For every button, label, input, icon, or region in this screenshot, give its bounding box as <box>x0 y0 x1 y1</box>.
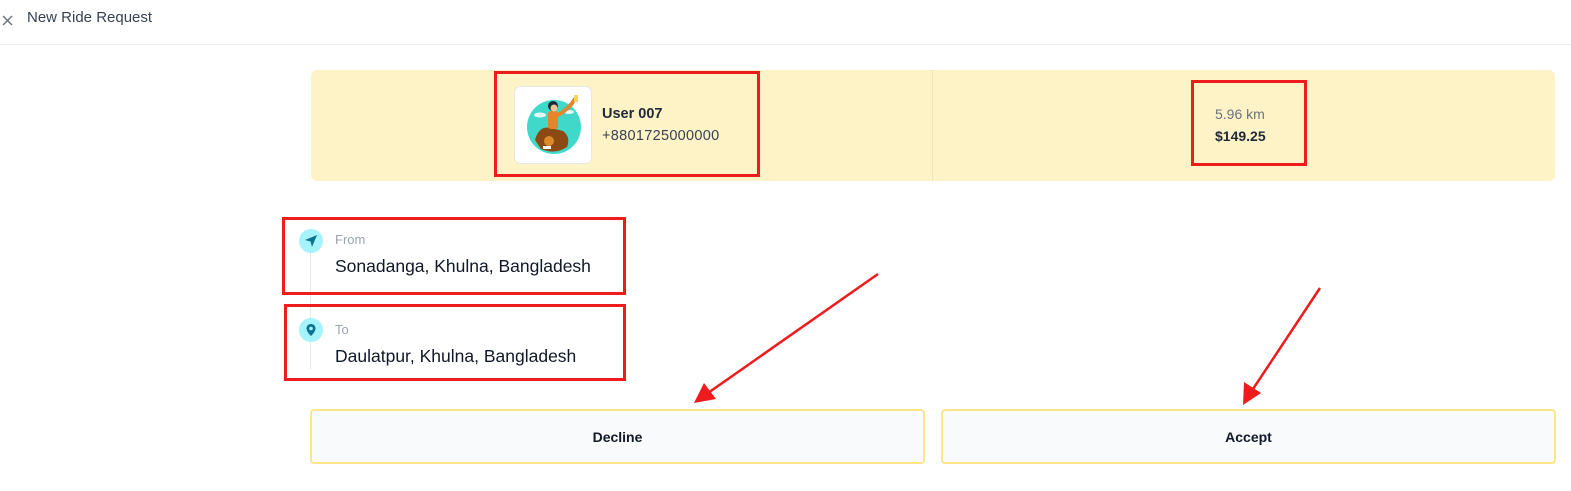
card-divider <box>932 70 933 181</box>
rider-phone: +8801725000000 <box>602 128 720 144</box>
from-address: Sonadanga, Khulna, Bangladesh <box>335 256 591 276</box>
navigation-arrow-icon <box>299 229 323 253</box>
avatar-illustration <box>527 95 581 154</box>
modal-header: New Ride Request <box>0 0 1571 45</box>
route-connector-line <box>310 253 311 369</box>
accept-arrow-icon <box>1243 287 1322 405</box>
to-address: Daulatpur, Khulna, Bangladesh <box>335 346 577 366</box>
page-title: New Ride Request <box>27 9 153 26</box>
from-label: From <box>335 232 366 247</box>
avatar <box>514 86 592 164</box>
decline-arrow-icon <box>694 272 879 403</box>
rider-name: User 007 <box>602 106 663 122</box>
close-icon[interactable] <box>0 12 16 28</box>
ride-info-card: User 007 +8801725000000 5.96 km $149.25 <box>311 70 1555 181</box>
decline-button[interactable]: Decline <box>310 409 925 464</box>
to-highlight-box <box>284 304 626 381</box>
accept-button[interactable]: Accept <box>941 409 1556 464</box>
trip-fare: $149.25 <box>1215 128 1266 144</box>
location-pin-icon <box>299 318 323 342</box>
trip-distance: 5.96 km <box>1215 106 1265 122</box>
to-label: To <box>335 322 349 337</box>
